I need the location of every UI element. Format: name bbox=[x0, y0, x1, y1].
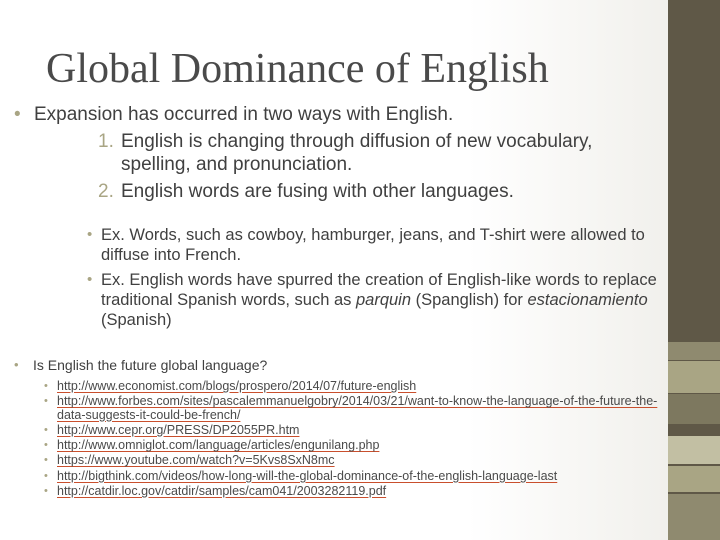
bullet-icon: • bbox=[44, 454, 48, 467]
loc-catalog-link[interactable]: http://catdir.loc.gov/catdir/samples/cam… bbox=[57, 484, 386, 498]
item-number: 1. bbox=[98, 131, 114, 152]
sidebar-stripe bbox=[668, 342, 720, 360]
main-content: • Expansion has occurred in two ways wit… bbox=[14, 103, 664, 330]
sidebar-stripe bbox=[668, 394, 720, 424]
omniglot-link[interactable]: http://www.omniglot.com/language/article… bbox=[57, 438, 379, 452]
link-item: • https://www.youtube.com/watch?v=5Kvs8S… bbox=[14, 454, 664, 467]
link-item: • http://catdir.loc.gov/catdir/samples/c… bbox=[14, 484, 664, 498]
question-section: • Is English the future global language?… bbox=[14, 356, 664, 500]
bullet-icon: • bbox=[44, 485, 48, 498]
bullet-icon: • bbox=[44, 380, 48, 392]
bigthink-link[interactable]: http://bigthink.com/videos/how-long-will… bbox=[57, 469, 557, 483]
bullet-icon: • bbox=[14, 104, 21, 125]
economist-link[interactable]: http://www.economist.com/blogs/prospero/… bbox=[57, 379, 416, 393]
sidebar-stripe bbox=[668, 361, 720, 393]
slide: Global Dominance of English • Expansion … bbox=[0, 0, 720, 540]
main-bullet: • Expansion has occurred in two ways wit… bbox=[14, 103, 664, 126]
forbes-link[interactable]: http://www.forbes.com/sites/pascalemmanu… bbox=[57, 394, 657, 422]
link-item: • http://www.cepr.org/PRESS/DP2055PR.htm bbox=[14, 423, 664, 437]
example-text: (Spanish) bbox=[101, 311, 172, 329]
bullet-icon: • bbox=[44, 395, 48, 408]
spanglish-term: parquin bbox=[355, 291, 412, 309]
link-item: • http://www.economist.com/blogs/prosper… bbox=[14, 379, 664, 393]
example-text: (Spanglish) for bbox=[411, 291, 528, 309]
bullet-icon: • bbox=[87, 271, 93, 288]
question-bullet: • Is English the future global language? bbox=[14, 356, 664, 374]
slide-title: Global Dominance of English bbox=[46, 46, 549, 92]
link-item: • http://bigthink.com/videos/how-long-wi… bbox=[14, 469, 664, 483]
youtube-link[interactable]: https://www.youtube.com/watch?v=5Kvs8SxN… bbox=[57, 453, 335, 467]
cepr-link[interactable]: http://www.cepr.org/PRESS/DP2055PR.htm bbox=[57, 423, 299, 437]
sidebar-stripe bbox=[668, 436, 720, 464]
bullet-icon: • bbox=[87, 226, 93, 243]
bullet-icon: • bbox=[44, 439, 48, 452]
numbered-item-text: English is changing through diffusion of… bbox=[121, 131, 593, 175]
link-item: • http://www.forbes.com/sites/pascalemma… bbox=[14, 395, 664, 422]
spanish-term: estacionamiento bbox=[527, 291, 648, 309]
example-item-2: • Ex. English words have spurred the cre… bbox=[14, 270, 664, 330]
sidebar-stripe bbox=[668, 466, 720, 492]
link-list: • http://www.economist.com/blogs/prosper… bbox=[14, 379, 664, 498]
bullet-icon: • bbox=[44, 469, 48, 482]
example-item-1: • Ex. Words, such as cowboy, hamburger, … bbox=[14, 225, 664, 265]
bullet-icon: • bbox=[14, 357, 19, 372]
link-item: • http://www.omniglot.com/language/artic… bbox=[14, 439, 664, 452]
numbered-item-text: English words are fusing with other lang… bbox=[121, 181, 514, 202]
bullet-icon: • bbox=[44, 423, 48, 436]
numbered-item-1: 1. English is changing through diffusion… bbox=[14, 130, 664, 176]
sidebar-stripe bbox=[668, 494, 720, 540]
numbered-item-2: 2. English words are fusing with other l… bbox=[14, 180, 664, 203]
main-bullet-text: Expansion has occurred in two ways with … bbox=[34, 104, 454, 125]
question-text: Is English the future global language? bbox=[33, 357, 268, 373]
item-number: 2. bbox=[98, 181, 114, 202]
example-text: Ex. Words, such as cowboy, hamburger, je… bbox=[101, 226, 645, 264]
